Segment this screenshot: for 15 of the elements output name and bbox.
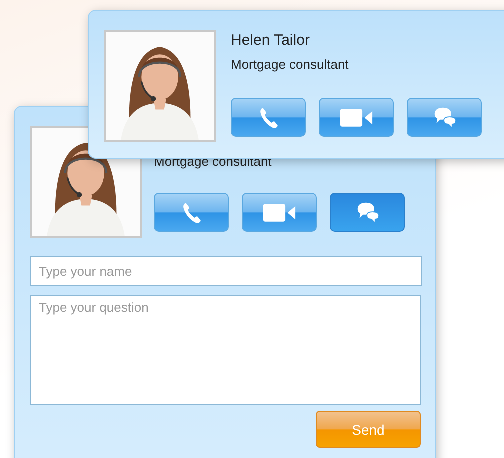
video-button[interactable] [319, 98, 394, 137]
video-camera-icon [262, 202, 296, 222]
name-field[interactable]: Type your name [30, 256, 422, 286]
consultant-name: Helen Tailor [231, 32, 311, 49]
send-button[interactable]: Send [316, 411, 421, 448]
chat-button[interactable] [330, 193, 405, 232]
call-button[interactable] [154, 193, 229, 232]
question-field[interactable]: Type your question [30, 295, 421, 405]
call-button[interactable] [231, 98, 306, 137]
video-button[interactable] [242, 193, 317, 232]
chat-button[interactable] [407, 98, 482, 137]
chat-bubbles-icon [432, 106, 456, 130]
chat-bubbles-icon [356, 200, 380, 224]
consultant-title: Mortgage consultant [231, 57, 350, 72]
video-camera-icon [340, 108, 374, 128]
